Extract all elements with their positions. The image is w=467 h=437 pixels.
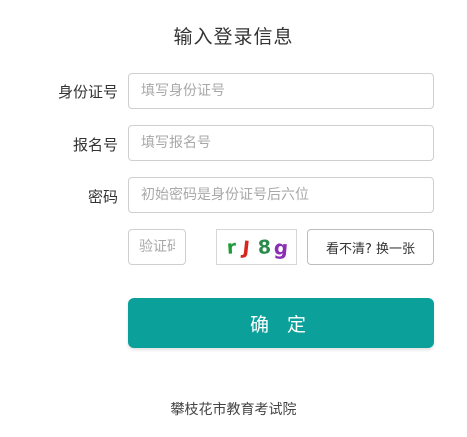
submit-button[interactable]: 确 定 (128, 298, 434, 348)
password-label: 密码 (87, 188, 118, 206)
form-title: 输入登录信息 (173, 26, 294, 48)
captcha-input[interactable] (128, 229, 186, 265)
captcha-char: 8 (257, 236, 271, 259)
captcha-char: J (240, 237, 251, 260)
footer-organization: 攀枝花市教育考试院 (170, 402, 297, 418)
captcha-image[interactable]: r J 8 g (216, 229, 297, 265)
id-card-input[interactable] (128, 73, 434, 109)
password-input[interactable] (128, 177, 434, 213)
captcha-char: r (226, 236, 238, 259)
registration-number-label: 报名号 (72, 136, 118, 154)
refresh-captcha-button[interactable]: 看不清? 换一张 (307, 229, 434, 265)
captcha-char: g (273, 236, 289, 260)
registration-number-input[interactable] (128, 125, 434, 161)
id-card-label: 身份证号 (57, 83, 118, 101)
